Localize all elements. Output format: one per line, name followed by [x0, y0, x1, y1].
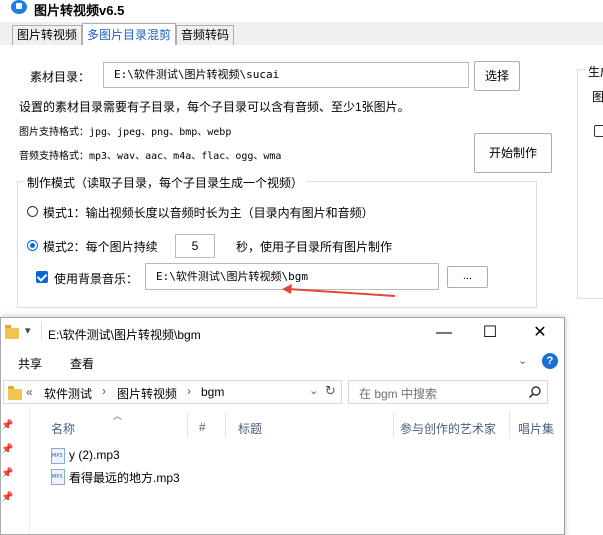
mode2-suffix-label: 秒，使用子目录所有图片制作	[236, 240, 393, 254]
mp3-file-icon	[51, 448, 65, 464]
bgm-checkbox[interactable]	[36, 271, 48, 283]
column-name[interactable]: 名称	[51, 420, 75, 437]
pin-icon: 📌	[1, 492, 14, 503]
column-title[interactable]: 标题	[238, 420, 262, 437]
folder-icon	[5, 325, 19, 339]
close-icon[interactable]: ✕	[517, 320, 563, 346]
explorer-title-bar: ▾ E:\软件测试\图片转视频\bgm — ☐ ✕	[1, 318, 564, 348]
material-dir-input[interactable]: E:\软件测试\图片转视频\sucai	[103, 62, 469, 88]
list-item[interactable]: y (2).mp3	[29, 446, 429, 468]
column-divider[interactable]	[225, 412, 226, 438]
bgm-browse-button[interactable]: ...	[447, 266, 488, 288]
generate-groupbox: 生成 图	[577, 63, 603, 299]
tab-image-to-video[interactable]: 图片转视频	[12, 25, 83, 45]
mode1-label: 模式1：输出视频长度以音频时长为主（目录内有图片和音频）	[43, 206, 374, 220]
file-name: y (2).mp3	[69, 448, 120, 462]
pin-icon: 📌	[1, 468, 14, 479]
address-dropdown-icon[interactable]: ⌄	[309, 384, 318, 397]
title-bar: 图片转视频v6.5	[0, 0, 603, 22]
mode2-prefix-label: 模式2：每个图片持续	[43, 240, 158, 254]
navigation-pane[interactable]: 📌 📌 📌 📌	[1, 406, 30, 534]
help-icon[interactable]: ?	[542, 353, 558, 369]
dir-hint-text: 设置的素材目录需要有子目录，每个子目录可以含有音频、至少1张图片。	[19, 100, 410, 114]
column-divider[interactable]	[509, 412, 510, 438]
mode-groupbox: 制作模式（读取子目录，每个子目录生成一个视频） 模式1：输出视频长度以音频时长为…	[17, 174, 537, 308]
search-icon	[529, 386, 541, 398]
breadcrumb-item[interactable]: bgm	[201, 385, 224, 399]
breadcrumb-chevron-icon: ›	[187, 384, 191, 398]
ribbon-tabs: 共享 查看 ⌄ ?	[1, 348, 564, 376]
tab-audio-transcode[interactable]: 音频转码	[176, 25, 235, 45]
breadcrumb-item[interactable]: 软件测试	[44, 385, 92, 402]
breadcrumb-item[interactable]: 图片转视频	[117, 385, 177, 402]
breadcrumb-chevron-icon: ›	[102, 384, 106, 398]
explorer-title: E:\软件测试\图片转视频\bgm	[48, 328, 201, 342]
bgm-label: 使用背景音乐：	[54, 272, 139, 286]
column-divider[interactable]	[393, 412, 394, 438]
pin-icon: 📌	[1, 420, 14, 431]
minimize-icon[interactable]: —	[421, 320, 467, 346]
tab-strip: 图片转视频 多图片目录混剪 音频转码	[0, 23, 603, 46]
column-artist[interactable]: 参与创作的艺术家	[400, 420, 496, 437]
column-album[interactable]: 唱片集	[518, 420, 554, 437]
generate-group-title: 生成	[586, 63, 603, 80]
address-input[interactable]: « 软件测试 › 图片转视频 › bgm ⌄ ↻	[3, 380, 342, 404]
browse-button[interactable]: 选择	[474, 61, 520, 91]
column-header-row: ︿ 名称 # 标题 参与创作的艺术家 唱片集	[29, 406, 564, 444]
generate-side-checkbox[interactable]	[594, 125, 603, 137]
tab-multi-dir-mix[interactable]: 多图片目录混剪	[82, 23, 177, 46]
mp3-file-icon	[51, 469, 65, 485]
address-folder-icon	[8, 386, 22, 400]
address-bar: « 软件测试 › 图片转视频 › bgm ⌄ ↻ 在 bgm 中搜索	[1, 380, 564, 406]
seconds-input[interactable]: 5	[175, 234, 215, 258]
column-divider[interactable]	[187, 412, 188, 438]
maximize-icon[interactable]: ☐	[467, 320, 513, 346]
file-name: 看得最远的地方.mp3	[69, 471, 180, 485]
pin-icon: 📌	[1, 444, 14, 455]
sort-up-icon: ︿	[113, 411, 123, 421]
search-input[interactable]: 在 bgm 中搜索	[359, 385, 437, 402]
generate-side-label: 图	[592, 90, 603, 104]
ribbon-view-tab[interactable]: 查看	[70, 355, 94, 372]
image-formats-text: 图片支持格式：jpg、jpeg、png、bmp、webp	[19, 127, 232, 138]
audio-formats-text: 音频支持格式：mp3、wav、aac、m4a、flac、ogg、wma	[19, 151, 282, 162]
start-button[interactable]: 开始制作	[474, 133, 552, 173]
explorer-window: ▾ E:\软件测试\图片转视频\bgm — ☐ ✕ 共享 查看 ⌄ ? « 软件…	[0, 317, 565, 535]
material-dir-label: 素材目录：	[30, 70, 91, 84]
mode1-radio[interactable]	[27, 206, 38, 217]
ribbon-share-tab[interactable]: 共享	[18, 355, 42, 372]
breadcrumb-overflow[interactable]: «	[26, 385, 33, 399]
search-box[interactable]: 在 bgm 中搜索	[348, 380, 548, 404]
window-title: 图片转视频v6.5	[34, 3, 125, 18]
app-logo-icon	[11, 0, 27, 14]
column-number[interactable]: #	[199, 420, 206, 434]
bgm-path-input[interactable]: E:\软件测试\图片转视频\bgm	[145, 263, 439, 290]
mode-group-title: 制作模式（读取子目录，每个子目录生成一个视频）	[24, 174, 307, 191]
refresh-icon[interactable]: ↻	[325, 383, 336, 399]
ribbon-expand-icon[interactable]: ⌄	[518, 354, 527, 367]
list-item[interactable]: 看得最远的地方.mp3	[29, 467, 429, 489]
quick-access-dropdown-icon[interactable]: ▾	[25, 324, 31, 337]
mode2-radio[interactable]	[27, 240, 38, 251]
title-divider	[41, 322, 42, 340]
